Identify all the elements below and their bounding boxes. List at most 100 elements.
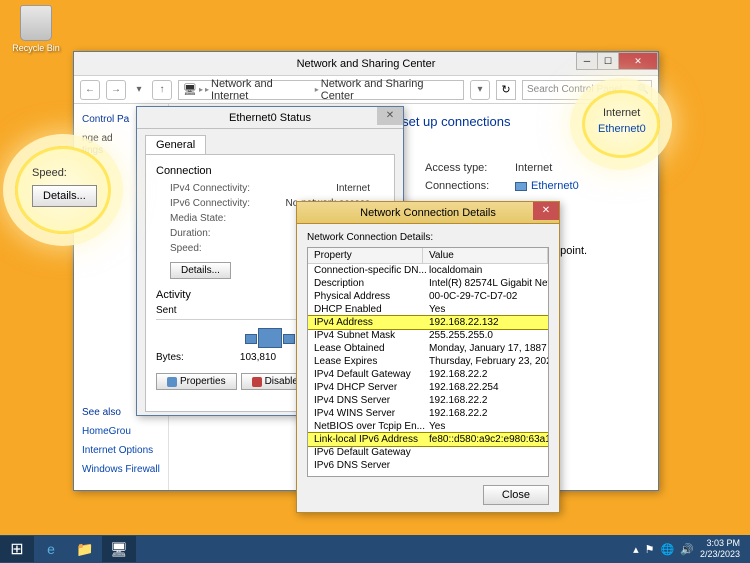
list-header[interactable]: Property Value (308, 248, 548, 264)
taskbar[interactable]: ⊞ e 📁 🖥 ▴ ⚑ 🌐 🔊 3:03 PM 2/23/2023 (0, 535, 750, 563)
clock[interactable]: 3:03 PM 2/23/2023 (700, 538, 746, 560)
row-property: Physical Address (308, 290, 429, 303)
connection-row: IPv4 Connectivity:Internet (156, 181, 384, 196)
row-value: Yes (429, 303, 548, 316)
row-label: Media State: (156, 211, 266, 226)
titlebar[interactable]: Network Connection Details ✕ (297, 202, 559, 224)
system-tray[interactable]: ▴ ⚑ 🌐 🔊 3:03 PM 2/23/2023 (633, 535, 750, 563)
row-value (429, 446, 548, 459)
recycle-bin-label: Recycle Bin (12, 43, 60, 53)
refresh-button[interactable]: ↻ (496, 80, 516, 100)
close-button-dialog[interactable]: Close (483, 485, 549, 505)
internet-label: Internet (603, 107, 640, 119)
tab-general[interactable]: General (145, 135, 206, 154)
row-property: IPv4 Subnet Mask (308, 329, 429, 342)
properties-button[interactable]: Properties (156, 373, 237, 390)
list-row[interactable]: Link-local IPv6 Addressfe80::d580:a9c2:e… (308, 433, 548, 446)
row-property: Lease Obtained (308, 342, 429, 355)
address-bar: ← → ▾ ↑ 🖥 ▸ ▸ Network and Internet ▸ Net… (74, 76, 658, 104)
row-value: 255.255.255.0 (429, 329, 548, 342)
list-row[interactable]: IPv4 DHCP Server192.168.22.254 (308, 381, 548, 394)
titlebar[interactable]: Ethernet0 Status ✕ (137, 107, 403, 129)
list-row[interactable]: NetBIOS over Tcpip En...Yes (308, 420, 548, 433)
pc-icon: 🖥 (183, 83, 197, 96)
tray-up-icon[interactable]: ▴ (633, 543, 639, 556)
recycle-bin[interactable]: Recycle Bin (12, 5, 60, 53)
row-value: Monday, January 17, 1887 2:16:25 PM (429, 342, 548, 355)
crumb-1[interactable]: Network and Sharing Center (321, 78, 459, 102)
ethernet0-link[interactable]: Ethernet0 (515, 177, 579, 195)
list-row[interactable]: Physical Address00-0C-29-7C-D7-02 (308, 290, 548, 303)
sent-label: Sent (156, 305, 177, 316)
window-title: Network and Sharing Center (297, 58, 436, 70)
network-icon[interactable]: 🌐 (661, 543, 675, 556)
list-row[interactable]: DHCP EnabledYes (308, 303, 548, 316)
titlebar[interactable]: Network and Sharing Center ─ ☐ ✕ (74, 52, 658, 76)
close-button[interactable]: ✕ (533, 202, 559, 220)
details-list[interactable]: Property Value Connection-specific DN...… (307, 247, 549, 477)
row-property: IPv4 Address (308, 316, 429, 329)
close-button[interactable]: ✕ (618, 52, 658, 70)
col-property[interactable]: Property (308, 248, 423, 263)
row-value: 192.168.22.2 (429, 407, 548, 420)
connections-label: Connections: (425, 177, 515, 195)
breadcrumb-dropdown[interactable]: ▾ (470, 80, 490, 100)
row-label: IPv6 Connectivity: (156, 196, 266, 211)
chevron-right-icon: ▸ (205, 85, 209, 94)
row-property: NetBIOS over Tcpip En... (308, 420, 429, 433)
window-title: Ethernet0 Status (229, 112, 311, 124)
list-row[interactable]: Connection-specific DN...localdomain (308, 264, 548, 277)
row-label: Duration: (156, 226, 266, 241)
list-row[interactable]: IPv4 Subnet Mask255.255.255.0 (308, 329, 548, 342)
access-type-label: Access type: (425, 159, 515, 177)
row-value: 192.168.22.2 (429, 394, 548, 407)
back-button[interactable]: ← (80, 80, 100, 100)
ie-button[interactable]: e (34, 536, 68, 562)
row-value: localdomain (429, 264, 548, 277)
taskbar-app[interactable]: 🖥 (102, 536, 136, 562)
up-button[interactable]: ↑ (152, 80, 172, 100)
start-button[interactable]: ⊞ (0, 536, 34, 562)
maximize-button[interactable]: ☐ (597, 52, 619, 70)
row-property: IPv4 DHCP Server (308, 381, 429, 394)
details-button-halo[interactable]: Details... (32, 185, 97, 207)
col-value[interactable]: Value (423, 248, 548, 263)
row-value: 192.168.22.254 (429, 381, 548, 394)
row-property: DHCP Enabled (308, 303, 429, 316)
flag-icon[interactable]: ⚑ (645, 543, 655, 556)
disable-icon (252, 377, 262, 387)
list-row[interactable]: IPv6 Default Gateway (308, 446, 548, 459)
list-row[interactable]: Lease ExpiresThursday, February 23, 2023… (308, 355, 548, 368)
details-button[interactable]: Details... (170, 262, 231, 279)
breadcrumb[interactable]: 🖥 ▸ ▸ Network and Internet ▸ Network and… (178, 80, 464, 100)
list-row[interactable]: DescriptionIntel(R) 82574L Gigabit Netwo… (308, 277, 548, 290)
activity-icon (258, 328, 282, 348)
row-property: Lease Expires (308, 355, 429, 368)
list-row[interactable]: IPv6 DNS Server (308, 459, 548, 472)
homegroup-link[interactable]: HomeGrou (82, 426, 160, 437)
ethernet0-link-halo[interactable]: Ethernet0 (598, 123, 646, 135)
bytes-label: Bytes: (156, 352, 216, 363)
history-dropdown[interactable]: ▾ (132, 80, 146, 100)
row-property: Link-local IPv6 Address (308, 433, 429, 446)
clock-time: 3:03 PM (700, 538, 740, 549)
crumb-0[interactable]: Network and Internet (211, 78, 313, 102)
list-row[interactable]: IPv4 WINS Server192.168.22.2 (308, 407, 548, 420)
minimize-button[interactable]: ─ (576, 52, 598, 70)
windows-firewall-link[interactable]: Windows Firewall (82, 464, 160, 475)
list-row[interactable]: IPv4 Address192.168.22.132 (308, 316, 548, 329)
internet-options-link[interactable]: Internet Options (82, 445, 160, 456)
volume-icon[interactable]: 🔊 (680, 543, 694, 556)
chevron-right-icon: ▸ (199, 85, 203, 94)
row-label: Speed: (156, 241, 266, 256)
list-row[interactable]: Lease ObtainedMonday, January 17, 1887 2… (308, 342, 548, 355)
connection-group-label: Connection (156, 165, 384, 177)
list-row[interactable]: IPv4 DNS Server192.168.22.2 (308, 394, 548, 407)
speed-label: Speed: (32, 167, 67, 179)
forward-button[interactable]: → (106, 80, 126, 100)
row-value: fe80::d580:a9c2:e980:63a1%3 (429, 433, 548, 446)
close-button[interactable]: ✕ (377, 107, 403, 125)
ethernet-icon (515, 182, 527, 191)
list-row[interactable]: IPv4 Default Gateway192.168.22.2 (308, 368, 548, 381)
explorer-button[interactable]: 📁 (68, 536, 102, 562)
